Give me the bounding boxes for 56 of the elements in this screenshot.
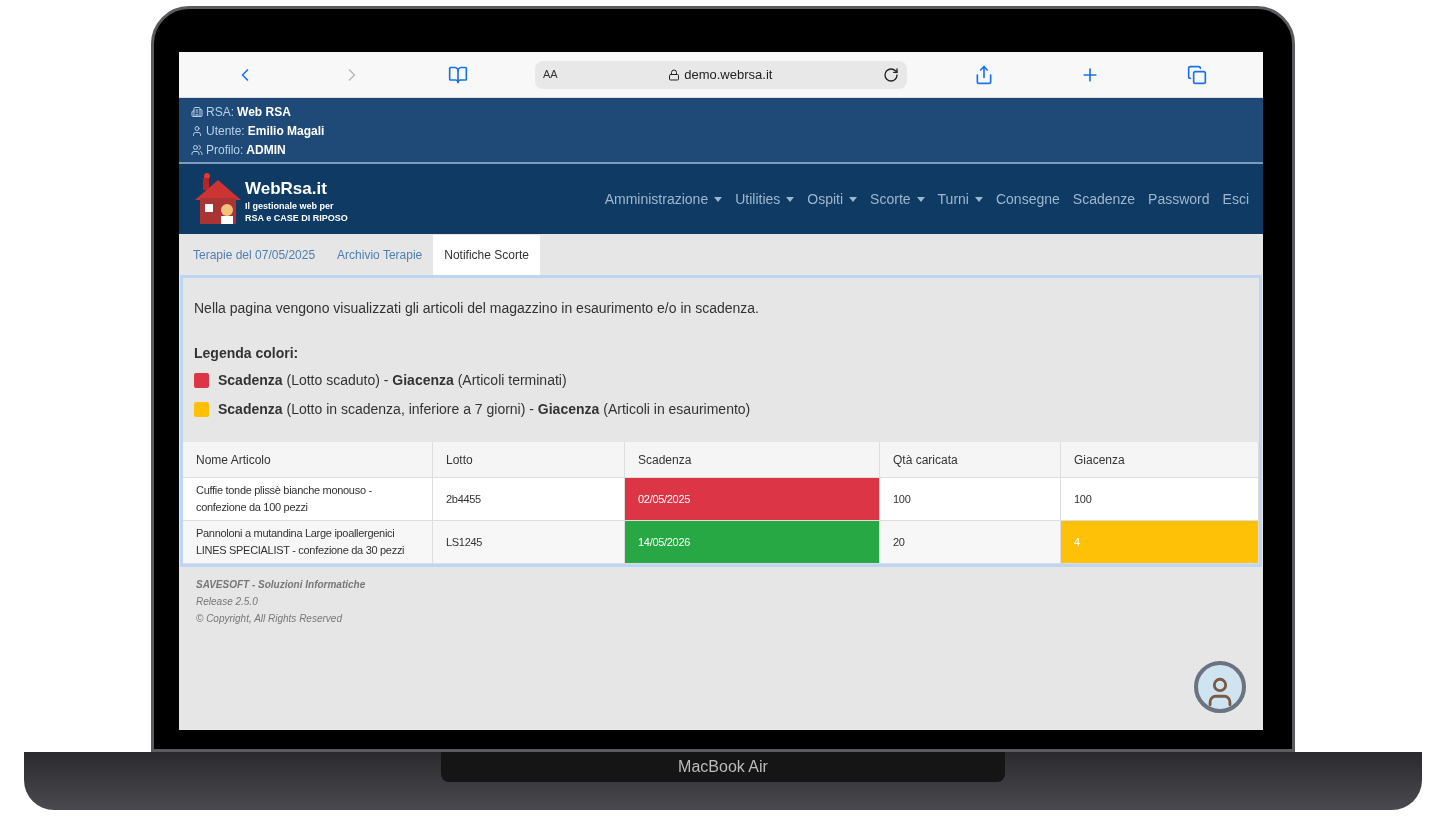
- nav-menu-item[interactable]: Consegne: [995, 188, 1060, 210]
- lock-icon: [668, 68, 681, 81]
- footer-release: Release 2.5.0: [196, 595, 259, 609]
- nav-menu-item[interactable]: Ospiti: [807, 188, 858, 210]
- table-cell: Cuffie tonde plissè bianche monouso - confezione da 100 pezzi: [183, 478, 433, 520]
- nav-menu-item[interactable]: Password: [1148, 188, 1210, 210]
- caret-icon: [916, 196, 925, 202]
- info-label: RSA:: [206, 104, 234, 121]
- tab[interactable]: Terapie del 07/05/2025: [182, 235, 327, 275]
- info-label: Utente:: [206, 123, 245, 140]
- bookmarks-icon[interactable]: [448, 64, 469, 85]
- table-cell: 100: [880, 478, 1061, 520]
- column-header: Lotto: [433, 442, 625, 477]
- column-header: Scadenza: [625, 442, 880, 477]
- nav-menu-item[interactable]: Scorte: [870, 188, 925, 210]
- nav-menu-item[interactable]: Amministrazione: [604, 188, 723, 210]
- table-cell: 4: [1061, 521, 1259, 563]
- nav-menu-item[interactable]: Scadenze: [1072, 188, 1136, 210]
- url-text: demo.webrsa.it: [684, 65, 773, 84]
- logo-title: WebRsa.it: [245, 178, 328, 200]
- tabs-icon[interactable]: [1186, 64, 1207, 85]
- device-label: MacBook Air: [678, 757, 768, 777]
- table-cell: 14/05/2026: [625, 521, 880, 563]
- caret-icon: [786, 196, 795, 202]
- table-cell: Pannoloni a mutandina Large ipoallergenici LINES SPECIALIST - confezione da 30 pezzi: [183, 521, 433, 563]
- footer-company: SAVESOFT - Soluzioni Informatiche: [196, 578, 367, 592]
- legend-text: Scadenza (Lotto scaduto) - Giacenza (Articoli terminati): [218, 371, 567, 390]
- legend-text: Scadenza (Lotto in scadenza, inferiore a 7 giorni) - Giacenza (Articoli in esaurimento): [218, 400, 751, 419]
- logo-tagline: RSA e CASE DI RIPOSO: [245, 212, 348, 224]
- tab[interactable]: Archivio Terapie: [326, 235, 434, 275]
- info-label: Profilo:: [206, 142, 244, 159]
- caret-icon: [849, 196, 858, 202]
- facility-icon: [191, 106, 203, 118]
- legend-title: Legenda colori:: [193, 344, 300, 363]
- logo-tagline: Il gestionale web per: [245, 200, 335, 212]
- address-bar[interactable]: AA demo.webrsa.it: [534, 60, 907, 89]
- tab[interactable]: Notifiche Scorte: [433, 235, 540, 275]
- text-size-button[interactable]: AA: [542, 66, 558, 83]
- info-value: Web RSA: [237, 104, 291, 121]
- caret-icon: [974, 196, 983, 202]
- user-icon: [191, 125, 203, 137]
- table-cell: 100: [1061, 478, 1259, 520]
- info-value: Emilio Magali: [247, 123, 325, 140]
- assistant-avatar[interactable]: [1194, 661, 1246, 713]
- nav-menu-item[interactable]: Esci: [1222, 188, 1249, 210]
- info-value: ADMIN: [246, 142, 286, 159]
- reload-icon[interactable]: [882, 66, 899, 83]
- intro-text: Nella pagina vengono visualizzati gli articoli del magazzino in esaurimento e/o in scadenza.: [193, 299, 760, 318]
- nav-menu-item[interactable]: Turni: [937, 188, 983, 210]
- nav-menu-item[interactable]: Utilities: [735, 188, 795, 210]
- column-header: Giacenza: [1061, 442, 1259, 477]
- caret-icon: [714, 196, 723, 202]
- table-cell: 02/05/2025: [625, 478, 880, 520]
- footer-copyright: © Copyright, All Rights Reserved: [196, 612, 344, 626]
- column-header: Qtà caricata: [880, 442, 1061, 477]
- column-header: Nome Articolo: [183, 442, 433, 477]
